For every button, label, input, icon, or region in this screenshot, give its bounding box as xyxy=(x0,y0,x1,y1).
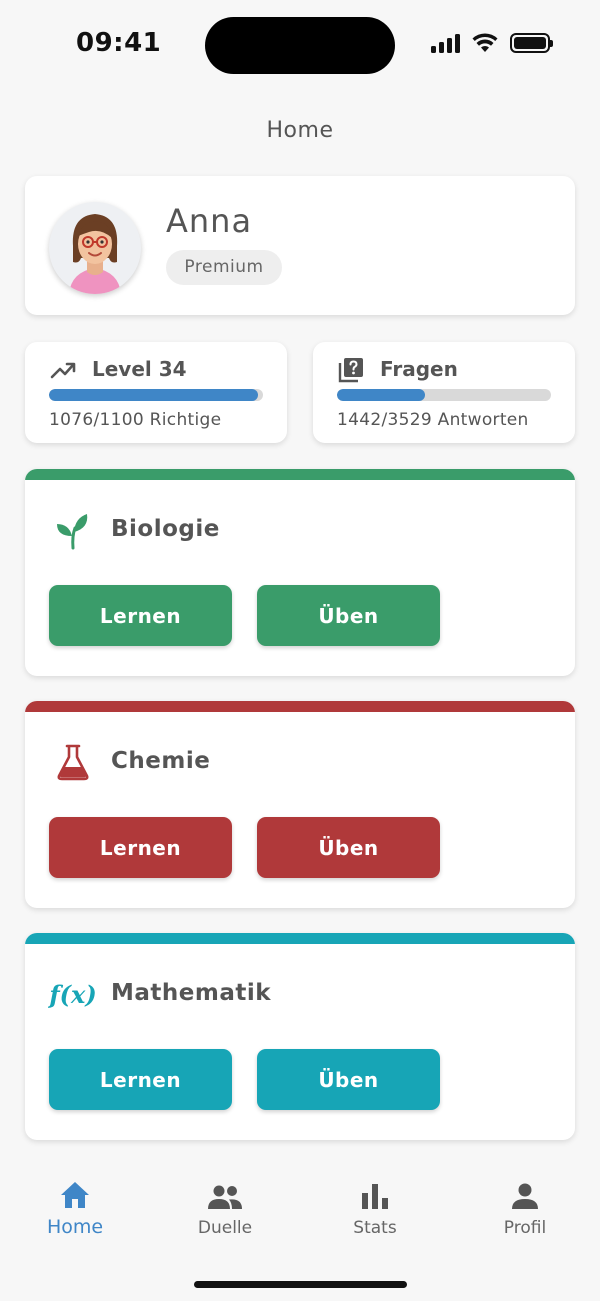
tab-label: Home xyxy=(46,1216,104,1238)
flask-icon xyxy=(51,740,95,784)
questions-progress-fill xyxy=(337,389,425,401)
sprout-icon xyxy=(51,508,95,552)
subject-card-mathematik: f(x) Mathematik Lernen Üben xyxy=(25,933,575,1140)
profile-card[interactable]: Anna Premium xyxy=(25,176,575,315)
questions-card[interactable]: Fragen 1442/3529 Antworten xyxy=(313,342,575,443)
dynamic-island xyxy=(205,17,395,74)
subject-name: Biologie xyxy=(111,516,220,542)
learn-button[interactable]: Lernen xyxy=(49,585,232,646)
function-icon: f(x) xyxy=(49,979,97,1009)
wifi-icon xyxy=(472,33,498,52)
status-time: 09:41 xyxy=(76,28,162,58)
level-title: Level 34 xyxy=(92,357,187,381)
subject-name: Mathematik xyxy=(111,980,272,1006)
level-card[interactable]: Level 34 1076/1100 Richtige xyxy=(25,342,287,443)
questions-title: Fragen xyxy=(380,357,458,381)
subject-card-chemie: Chemie Lernen Üben xyxy=(25,701,575,908)
tab-label: Duelle xyxy=(197,1218,253,1238)
cellular-signal-icon xyxy=(431,33,460,53)
level-progress-fill xyxy=(49,389,259,401)
practice-button[interactable]: Üben xyxy=(257,817,440,878)
home-indicator[interactable] xyxy=(194,1281,407,1288)
tab-profil[interactable]: Profil xyxy=(465,1174,585,1238)
subject-color-bar xyxy=(25,469,575,480)
subject-color-bar xyxy=(25,701,575,712)
tab-bar: Home Duelle Stats Profil xyxy=(0,1160,600,1301)
tab-label: Stats xyxy=(353,1218,397,1238)
learn-button[interactable]: Lernen xyxy=(49,817,232,878)
people-icon xyxy=(208,1185,242,1209)
level-caption: 1076/1100 Richtige xyxy=(49,410,222,430)
home-icon xyxy=(61,1182,89,1208)
avatar[interactable] xyxy=(49,202,141,294)
learn-button[interactable]: Lernen xyxy=(49,1049,232,1110)
practice-button[interactable]: Üben xyxy=(257,585,440,646)
bar-chart-icon xyxy=(362,1184,388,1209)
practice-button[interactable]: Üben xyxy=(257,1049,440,1110)
tab-duelle[interactable]: Duelle xyxy=(165,1174,285,1238)
page-title: Home xyxy=(266,118,334,143)
subject-card-biologie: Biologie Lernen Üben xyxy=(25,469,575,676)
person-icon xyxy=(512,1183,538,1209)
battery-icon xyxy=(510,33,553,53)
subject-name: Chemie xyxy=(111,748,211,774)
tab-label: Profil xyxy=(503,1218,547,1238)
trending-up-icon xyxy=(50,362,76,379)
tab-home[interactable]: Home xyxy=(15,1174,135,1238)
questions-progress-bar xyxy=(337,389,551,401)
membership-badge: Premium xyxy=(166,250,282,285)
subject-color-bar xyxy=(25,933,575,944)
level-progress-bar xyxy=(49,389,263,401)
user-name: Anna xyxy=(166,202,253,240)
tab-stats[interactable]: Stats xyxy=(315,1174,435,1238)
status-icons xyxy=(431,33,553,53)
questions-caption: 1442/3529 Antworten xyxy=(337,410,529,430)
question-box-icon xyxy=(338,358,363,383)
status-bar: 09:41 xyxy=(0,0,600,90)
